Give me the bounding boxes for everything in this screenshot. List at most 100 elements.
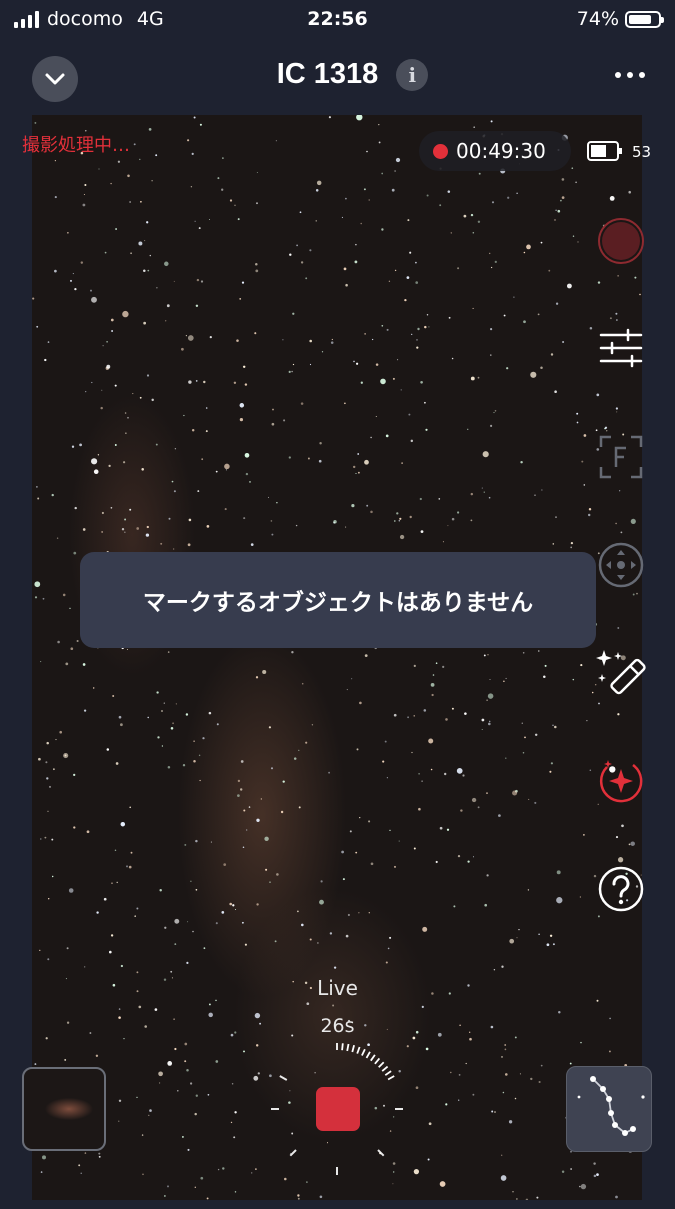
- star: [580, 1041, 582, 1044]
- star: [132, 393, 134, 395]
- dial-tick: [387, 1075, 395, 1081]
- star: [570, 1168, 572, 1170]
- stop-capture-button[interactable]: [316, 1087, 360, 1131]
- help-tool-button[interactable]: [596, 864, 646, 914]
- star: [101, 511, 104, 515]
- star: [126, 649, 128, 650]
- star: [255, 676, 259, 679]
- star: [469, 1037, 472, 1041]
- star: [494, 1111, 496, 1113]
- more-button[interactable]: [615, 72, 645, 78]
- star: [572, 235, 575, 237]
- star: [298, 749, 300, 752]
- star: [451, 357, 454, 360]
- star: [472, 232, 475, 234]
- star: [315, 189, 319, 192]
- star: [203, 947, 206, 950]
- star: [566, 283, 572, 289]
- star: [229, 199, 233, 202]
- star: [540, 1064, 543, 1067]
- star: [173, 490, 176, 493]
- star: [470, 376, 475, 381]
- star: [149, 254, 151, 257]
- annotate-tool-button[interactable]: [596, 756, 646, 806]
- star: [597, 281, 601, 284]
- info-icon[interactable]: i: [396, 58, 429, 91]
- last-capture-thumbnail[interactable]: [22, 1067, 106, 1151]
- star: [110, 182, 112, 185]
- star: [100, 406, 103, 410]
- star: [200, 280, 204, 283]
- star: [112, 695, 115, 697]
- star: [282, 780, 285, 783]
- star: [416, 346, 419, 349]
- sky-atlas-button[interactable]: [566, 1066, 652, 1152]
- star: [321, 351, 324, 353]
- star: [609, 317, 612, 320]
- calibrate-tool-button[interactable]: [596, 540, 646, 590]
- star: [206, 1197, 209, 1200]
- star: [48, 898, 50, 900]
- star: [368, 912, 370, 914]
- star: [596, 1173, 599, 1176]
- star: [318, 459, 322, 463]
- star: [71, 445, 75, 448]
- magic-wand-tool-button[interactable]: [596, 648, 646, 698]
- star: [84, 966, 86, 968]
- star: [54, 160, 56, 162]
- star: [116, 881, 118, 884]
- star: [344, 402, 346, 405]
- star: [186, 961, 189, 965]
- star: [307, 457, 310, 460]
- star: [546, 943, 550, 947]
- star: [164, 926, 167, 929]
- star: [359, 701, 362, 705]
- star: [167, 651, 170, 653]
- star: [381, 172, 384, 175]
- focus-tool-button[interactable]: [596, 432, 646, 482]
- star: [386, 777, 388, 779]
- star: [628, 843, 631, 846]
- star: [144, 240, 146, 242]
- star: [306, 1002, 310, 1006]
- star: [472, 856, 475, 858]
- star: [256, 818, 260, 822]
- star: [199, 123, 202, 126]
- star: [129, 508, 132, 511]
- battery-icon: [625, 10, 664, 28]
- star: [316, 180, 322, 186]
- star: [442, 541, 444, 543]
- star: [595, 429, 598, 432]
- star: [234, 908, 237, 911]
- adjust-tool-button[interactable]: [596, 323, 646, 373]
- star: [484, 903, 488, 907]
- star: [538, 650, 540, 652]
- star: [198, 754, 201, 757]
- record-tool-button[interactable]: [596, 216, 646, 266]
- star: [389, 936, 392, 939]
- star: [516, 192, 518, 195]
- star: [39, 949, 41, 952]
- star: [114, 384, 117, 387]
- star: [490, 266, 493, 269]
- star: [477, 376, 480, 379]
- star: [550, 353, 554, 356]
- star: [317, 942, 319, 944]
- star: [309, 938, 312, 941]
- star: [505, 677, 507, 680]
- star: [161, 745, 164, 747]
- star: [562, 340, 565, 344]
- star: [608, 1050, 611, 1053]
- star: [182, 764, 186, 767]
- star: [275, 140, 277, 142]
- star: [114, 849, 117, 852]
- star: [148, 128, 152, 131]
- star: [66, 947, 69, 950]
- star: [92, 687, 95, 689]
- star: [130, 252, 132, 255]
- star: [232, 904, 235, 907]
- star: [216, 723, 219, 726]
- star: [104, 251, 107, 254]
- star: [569, 1062, 572, 1065]
- star: [489, 678, 491, 681]
